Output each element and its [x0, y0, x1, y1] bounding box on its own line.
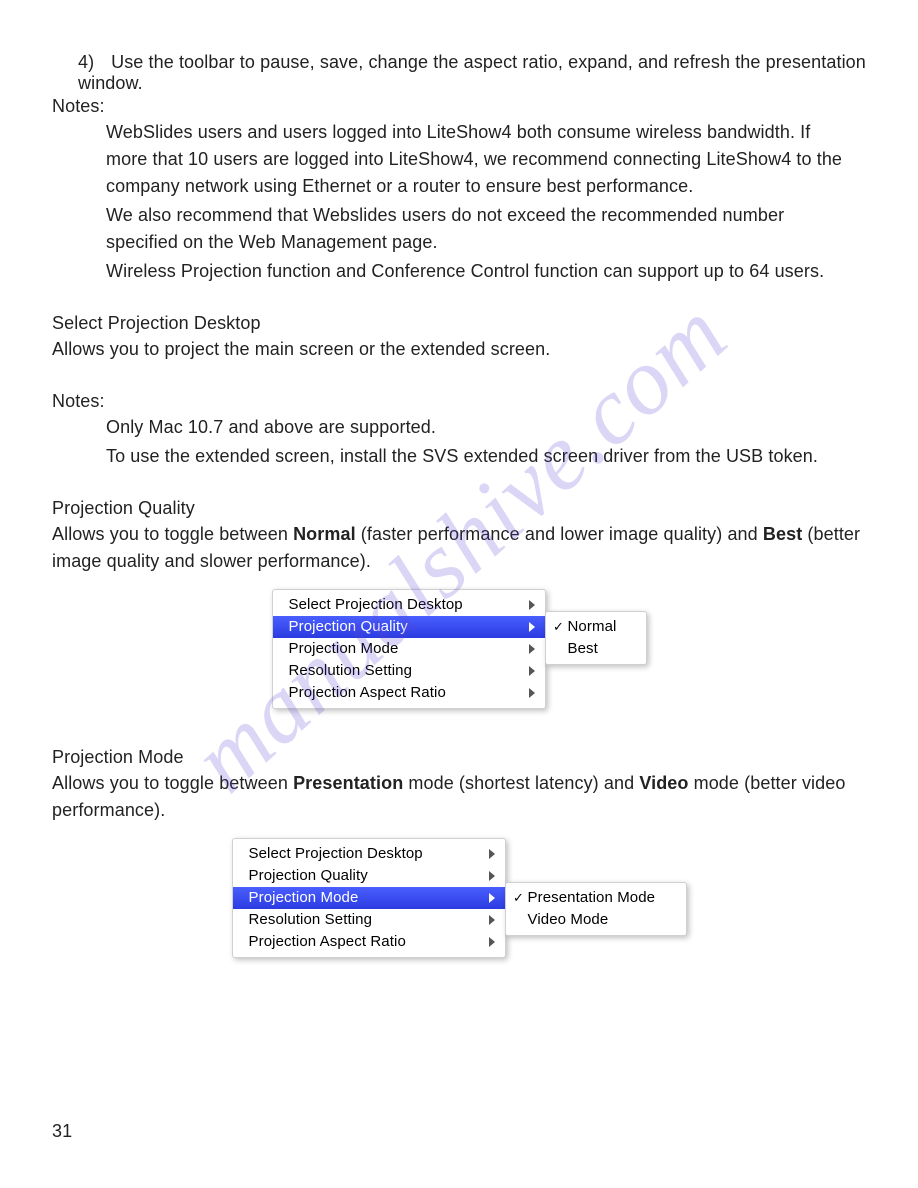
- menu-item-label: Projection Aspect Ratio: [249, 932, 489, 952]
- pq-desc-pre: Allows you to toggle between: [52, 524, 293, 544]
- submenu-item-normal[interactable]: ✓Normal: [546, 616, 646, 638]
- pm-desc-bold2: Video: [639, 773, 688, 793]
- chevron-right-icon: [489, 871, 495, 881]
- section-projection-mode-title: Projection Mode: [52, 747, 866, 768]
- notes-block-2: Only Mac 10.7 and above are supported. T…: [106, 414, 856, 470]
- menu-item-label: Resolution Setting: [249, 910, 489, 930]
- submenu-item-video-mode[interactable]: Video Mode: [506, 909, 686, 931]
- notes-label-1: Notes:: [52, 96, 866, 117]
- notes2-p1: Only Mac 10.7 and above are supported.: [106, 414, 856, 441]
- pm-desc: Allows you to toggle between Presentatio…: [52, 770, 866, 824]
- pq-desc: Allows you to toggle between Normal (fas…: [52, 521, 866, 575]
- menu-screenshot-quality: Select Projection Desktop Projection Qua…: [52, 589, 866, 719]
- check-icon: ✓: [512, 888, 526, 908]
- menu-item-select-projection-desktop[interactable]: Select Projection Desktop: [273, 594, 545, 616]
- chevron-right-icon: [529, 666, 535, 676]
- menu-item-label: Select Projection Desktop: [249, 844, 489, 864]
- menu-main-quality: Select Projection Desktop Projection Qua…: [272, 589, 546, 709]
- submenu-item-label: Video Mode: [528, 910, 609, 930]
- submenu-item-label: Presentation Mode: [528, 888, 656, 908]
- chevron-right-icon: [489, 915, 495, 925]
- pq-desc-mid: (faster performance and lower image qual…: [356, 524, 763, 544]
- menu-item-label: Projection Quality: [289, 617, 529, 637]
- menu-item-projection-mode[interactable]: Projection Mode: [273, 638, 545, 660]
- pq-desc-bold2: Best: [763, 524, 802, 544]
- menu-item-projection-aspect-ratio[interactable]: Projection Aspect Ratio: [233, 931, 505, 953]
- menu-item-label: Select Projection Desktop: [289, 595, 529, 615]
- menu-item-projection-quality[interactable]: Projection Quality: [273, 616, 545, 638]
- menu-item-projection-aspect-ratio[interactable]: Projection Aspect Ratio: [273, 682, 545, 704]
- submenu-mode: ✓Presentation Mode Video Mode: [505, 882, 687, 936]
- menu-item-label: Projection Mode: [249, 888, 489, 908]
- chevron-right-icon: [489, 937, 495, 947]
- chevron-right-icon: [529, 688, 535, 698]
- menu-screenshot-mode: Select Projection Desktop Projection Qua…: [52, 838, 866, 974]
- chevron-right-icon: [529, 622, 535, 632]
- submenu-item-best[interactable]: Best: [546, 638, 646, 660]
- menu-item-label: Projection Mode: [289, 639, 529, 659]
- submenu-quality: ✓Normal Best: [545, 611, 647, 665]
- notes2-p2: To use the extended screen, install the …: [106, 443, 856, 470]
- menu-item-label: Projection Aspect Ratio: [289, 683, 529, 703]
- pm-desc-pre: Allows you to toggle between: [52, 773, 293, 793]
- section-projection-quality-title: Projection Quality: [52, 498, 866, 519]
- menu-item-select-projection-desktop[interactable]: Select Projection Desktop: [233, 843, 505, 865]
- pm-desc-mid: mode (shortest latency) and: [403, 773, 639, 793]
- pq-desc-bold1: Normal: [293, 524, 356, 544]
- check-icon: ✓: [552, 617, 566, 637]
- menu-item-projection-quality[interactable]: Projection Quality: [233, 865, 505, 887]
- notes-block-1: WebSlides users and users logged into Li…: [106, 119, 856, 285]
- menu-item-resolution-setting[interactable]: Resolution Setting: [233, 909, 505, 931]
- notes1-p1: WebSlides users and users logged into Li…: [106, 119, 856, 200]
- chevron-right-icon: [489, 893, 495, 903]
- menu-item-resolution-setting[interactable]: Resolution Setting: [273, 660, 545, 682]
- menu-item-label: Resolution Setting: [289, 661, 529, 681]
- chevron-right-icon: [489, 849, 495, 859]
- submenu-item-label: Normal: [568, 617, 617, 637]
- section-select-projection-desktop-title: Select Projection Desktop: [52, 313, 866, 334]
- page-number: 31: [52, 1121, 72, 1142]
- step-4: 4) Use the toolbar to pause, save, chang…: [78, 52, 866, 94]
- chevron-right-icon: [529, 600, 535, 610]
- pm-desc-bold1: Presentation: [293, 773, 403, 793]
- notes-label-2: Notes:: [52, 391, 866, 412]
- notes1-p3: Wireless Projection function and Confere…: [106, 258, 856, 285]
- spd-desc: Allows you to project the main screen or…: [52, 336, 866, 363]
- chevron-right-icon: [529, 644, 535, 654]
- submenu-item-label: Best: [568, 639, 598, 659]
- menu-item-label: Projection Quality: [249, 866, 489, 886]
- step-4-text: Use the toolbar to pause, save, change t…: [78, 52, 866, 93]
- menu-item-projection-mode[interactable]: Projection Mode: [233, 887, 505, 909]
- notes1-p2: We also recommend that Webslides users d…: [106, 202, 856, 256]
- step-4-number: 4): [78, 52, 106, 73]
- submenu-item-presentation-mode[interactable]: ✓Presentation Mode: [506, 887, 686, 909]
- menu-main-mode: Select Projection Desktop Projection Qua…: [232, 838, 506, 958]
